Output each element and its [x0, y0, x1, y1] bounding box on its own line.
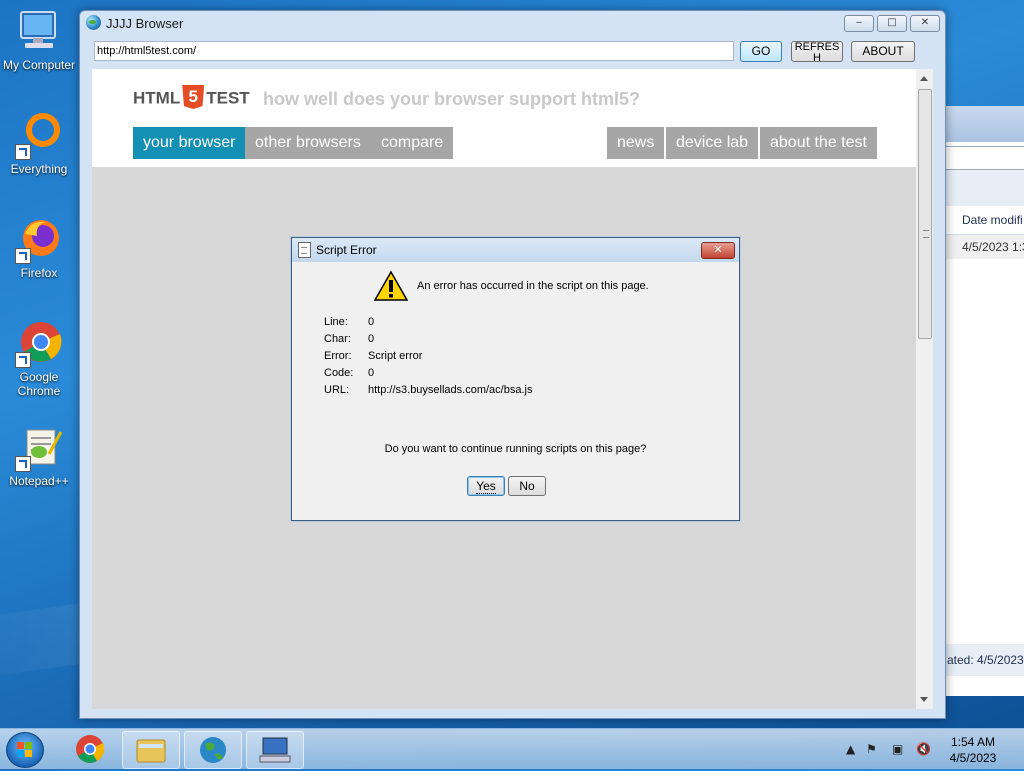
firefox-icon — [15, 216, 63, 264]
yes-label: Yes — [476, 479, 496, 494]
nav-compare[interactable]: compare — [371, 127, 454, 159]
desktop-icon-firefox[interactable]: Firefox — [2, 216, 76, 280]
shortcut-arrow-icon — [15, 248, 31, 264]
globe-icon — [86, 15, 101, 30]
explorer-status-bar: ated: 4/5/2023 1 — [945, 644, 1024, 676]
go-button[interactable]: GO — [740, 41, 782, 62]
nav-your-browser[interactable]: your browser — [133, 127, 246, 159]
close-button[interactable]: ✕ — [910, 15, 940, 32]
background-explorer-window[interactable]: Date modifi 4/5/2023 1:3 ated: 4/5/2023 … — [944, 106, 1024, 696]
html5-shield-icon: 5 — [182, 85, 205, 109]
nav-about-the-test[interactable]: about the test — [760, 127, 877, 159]
computer-icon — [15, 8, 63, 56]
field-label-char: Char: — [324, 333, 351, 345]
keyboard-monitor-icon — [259, 737, 291, 763]
show-hidden-icons-button[interactable]: ▲ — [846, 742, 855, 756]
chrome-icon — [15, 320, 63, 368]
scroll-up-arrow-icon[interactable] — [920, 76, 928, 81]
desktop-icon-label: My Computer — [2, 58, 76, 72]
vertical-scrollbar[interactable] — [916, 69, 933, 709]
desktop-icon-my-computer[interactable]: My Computer — [2, 8, 76, 72]
continue-question: Do you want to continue running scripts … — [384, 443, 647, 455]
window-title: JJJJ Browser — [106, 16, 184, 31]
taskbar-browser[interactable] — [184, 731, 242, 769]
explorer-address-bar[interactable] — [945, 146, 1024, 170]
desktop-icon-label: Everything — [10, 162, 68, 176]
desktop-icon-google-chrome[interactable]: Google Chrome — [2, 320, 76, 398]
document-icon — [298, 242, 311, 258]
dialog-titlebar[interactable]: Script Error ✕ — [292, 238, 739, 262]
field-value-code: 0 — [368, 367, 375, 379]
desktop-icon-notepadpp[interactable]: Notepad++ — [2, 424, 76, 488]
column-header-date-modified[interactable]: Date modifi — [945, 206, 1024, 235]
browser-titlebar[interactable]: JJJJ Browser ‒ □ ✕ — [80, 11, 945, 37]
nav-device-lab[interactable]: device lab — [666, 127, 759, 159]
windows-logo-icon — [17, 742, 33, 758]
desktop-icon-label: Google Chrome — [17, 370, 61, 398]
taskbar-chrome[interactable] — [62, 731, 118, 767]
scrollbar-thumb[interactable] — [918, 89, 932, 339]
file-row[interactable]: 4/5/2023 1:3 — [945, 235, 1024, 259]
clock-date: 4/5/2023 — [949, 751, 997, 765]
shortcut-arrow-icon — [15, 352, 31, 368]
html5test-logo[interactable]: HTML 5 TEST — [133, 85, 250, 111]
desktop-icon-everything[interactable]: Everything — [2, 112, 76, 176]
script-error-dialog[interactable]: Script Error ✕ An error has occurred in … — [291, 237, 740, 521]
logo-html-text: HTML — [133, 88, 181, 108]
taskbar-remote-desktop[interactable] — [246, 731, 304, 769]
explorer-titlebar — [945, 106, 1024, 142]
dialog-title: Script Error — [316, 243, 377, 257]
taskbar-file-explorer[interactable] — [122, 731, 180, 769]
url-input[interactable]: http://html5test.com/ — [94, 41, 734, 61]
shortcut-arrow-icon — [15, 456, 31, 472]
notepadpp-icon — [15, 424, 63, 472]
no-button[interactable]: No — [508, 476, 546, 496]
scroll-down-arrow-icon[interactable] — [920, 697, 928, 702]
chrome-icon — [76, 735, 105, 763]
minimize-button[interactable]: ‒ — [844, 15, 874, 32]
explorer-toolbar — [945, 170, 1024, 206]
desktop-icon-label: Notepad++ — [9, 474, 69, 488]
field-value-error: Script error — [368, 350, 423, 362]
field-label-line: Line: — [324, 316, 348, 328]
dialog-close-button[interactable]: ✕ — [701, 242, 735, 259]
shortcut-arrow-icon — [15, 144, 31, 160]
field-label-error: Error: — [324, 350, 352, 362]
no-label: No — [519, 479, 535, 493]
nav-news[interactable]: news — [607, 127, 665, 159]
volume-muted-icon[interactable]: 🔇 — [916, 742, 931, 756]
warning-icon — [374, 271, 408, 301]
folder-icon — [136, 739, 166, 763]
everything-icon — [15, 112, 63, 160]
field-label-url: URL: — [324, 384, 350, 396]
maximize-button[interactable]: □ — [877, 15, 907, 32]
field-value-char: 0 — [368, 333, 375, 345]
taskbar: ▲ ⚑ ▣ 🔇 1:54 AM 4/5/2023 — [0, 728, 1024, 769]
error-message: An error has occurred in the script on t… — [417, 280, 649, 292]
clock-time: 1:54 AM — [950, 735, 996, 749]
field-label-code: Code: — [324, 367, 354, 379]
refresh-button[interactable]: REFRES H — [791, 41, 843, 64]
network-icon[interactable]: ▣ — [892, 742, 903, 756]
field-value-line: 0 — [368, 316, 375, 328]
grip-icon — [923, 230, 929, 238]
yes-button[interactable]: Yes — [467, 476, 505, 496]
start-button[interactable] — [6, 732, 44, 768]
about-button[interactable]: ABOUT — [851, 41, 915, 62]
tagline: how well does your browser support html5… — [263, 89, 641, 109]
action-center-flag-icon[interactable]: ⚑ — [866, 742, 877, 756]
desktop-icon-label: Firefox — [20, 266, 58, 280]
field-value-url: http://s3.buysellads.com/ac/bsa.js — [368, 384, 533, 396]
system-clock[interactable]: 1:54 AM 4/5/2023 — [940, 734, 1006, 766]
nav-other-browsers[interactable]: other browsers — [245, 127, 371, 159]
logo-test-text: TEST — [206, 88, 250, 108]
globe-icon — [200, 737, 226, 763]
